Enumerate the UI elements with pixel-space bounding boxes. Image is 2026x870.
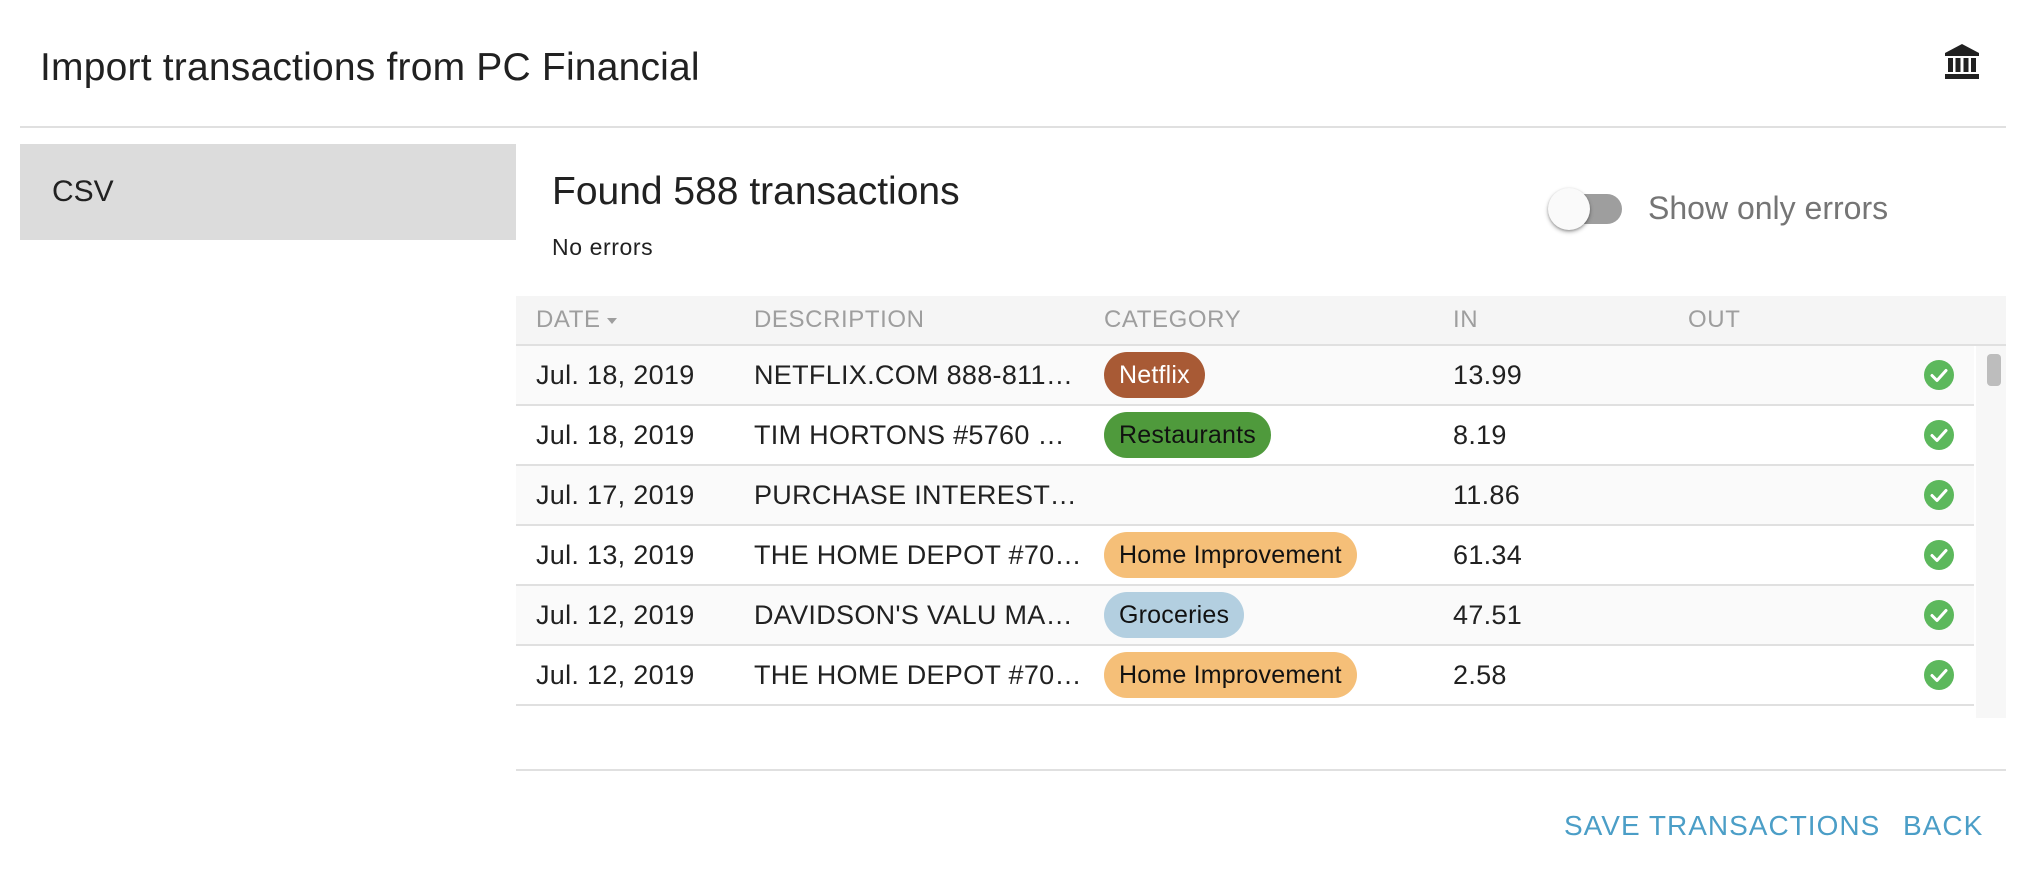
back-button[interactable]: BACK bbox=[1903, 810, 1983, 842]
status-ok-icon bbox=[1924, 360, 1954, 390]
table-body[interactable]: Jul. 18, 2019 NETFLIX.COM 888-8119… Netfli… bbox=[516, 346, 2006, 718]
scrollbar-thumb[interactable] bbox=[1987, 354, 2001, 386]
cell-description: THE HOME DEPOT #70… bbox=[754, 540, 1082, 570]
column-header-category[interactable]: CATEGORY bbox=[1104, 296, 1241, 344]
import-preview: Found 588 transactions No errors Show on… bbox=[516, 144, 2006, 870]
category-chip[interactable]: Netflix bbox=[1104, 351, 1205, 398]
cell-in: 8.19 bbox=[1453, 420, 1507, 450]
sort-descending-icon bbox=[606, 317, 617, 324]
cell-category[interactable]: Restaurants bbox=[1104, 406, 1444, 464]
toggle-track[interactable] bbox=[1548, 187, 1622, 230]
transactions-table: DATE DESCRIPTION CATEGORY IN OUT Jul. 18… bbox=[516, 296, 2006, 718]
table-row[interactable]: Jul. 17, 2019 PURCHASE INTEREST C… 11.86 bbox=[516, 466, 1974, 526]
table-row[interactable]: Jul. 13, 2019 THE HOME DEPOT #70… Home Imp… bbox=[516, 526, 1974, 586]
toggle-thumb[interactable] bbox=[1548, 187, 1590, 230]
import-dialog: Import transactions from PC Financial CS… bbox=[0, 0, 2026, 870]
sidebar-item-csv[interactable]: CSV bbox=[20, 144, 516, 240]
dialog-header: Import transactions from PC Financial bbox=[0, 0, 2026, 126]
bank-icon[interactable] bbox=[1942, 42, 1982, 82]
cell-description: THE HOME DEPOT #70… bbox=[754, 660, 1082, 690]
cell-date: Jul. 18, 2019 bbox=[536, 360, 695, 390]
cell-in: 2.58 bbox=[1453, 660, 1507, 690]
import-format-sidebar: CSV bbox=[20, 144, 516, 240]
vertical-scrollbar[interactable] bbox=[1976, 346, 2006, 718]
cell-out bbox=[1688, 346, 1908, 404]
cell-category[interactable]: Home Improvement bbox=[1104, 526, 1444, 584]
column-header-out[interactable]: OUT bbox=[1688, 296, 1740, 344]
cell-in: 47.51 bbox=[1453, 600, 1523, 630]
cell-category[interactable]: Netflix bbox=[1104, 346, 1444, 404]
cell-date: Jul. 18, 2019 bbox=[536, 420, 695, 450]
cell-in: 13.99 bbox=[1453, 360, 1523, 390]
cell-category[interactable]: Groceries bbox=[1104, 586, 1444, 644]
cell-out bbox=[1688, 406, 1908, 464]
column-header-in[interactable]: IN bbox=[1453, 296, 1478, 344]
cell-in: 61.34 bbox=[1453, 540, 1523, 570]
status-ok-icon bbox=[1924, 420, 1954, 450]
cell-out bbox=[1688, 586, 1908, 644]
header-divider bbox=[20, 126, 2006, 128]
cell-out bbox=[1688, 526, 1908, 584]
table-row[interactable]: Jul. 12, 2019 THE HOME DEPOT #70… Home Imp… bbox=[516, 646, 1974, 706]
cell-date: Jul. 17, 2019 bbox=[536, 480, 695, 510]
column-header-description[interactable]: DESCRIPTION bbox=[754, 296, 925, 344]
dialog-title: Import transactions from PC Financial bbox=[40, 46, 700, 89]
table-header: DATE DESCRIPTION CATEGORY IN OUT bbox=[516, 296, 2006, 346]
cell-description: TIM HORTONS #5760 C… bbox=[754, 420, 1084, 450]
sidebar-item-label: CSV bbox=[52, 175, 114, 208]
column-header-date[interactable]: DATE bbox=[536, 296, 617, 344]
cell-description: DAVIDSON'S VALU MAR… bbox=[754, 600, 1084, 630]
show-only-errors-toggle[interactable]: Show only errors bbox=[1548, 187, 1889, 230]
cell-date: Jul. 12, 2019 bbox=[536, 660, 695, 690]
cell-date: Jul. 13, 2019 bbox=[536, 540, 695, 570]
category-chip[interactable]: Home Improvement bbox=[1104, 531, 1357, 578]
status-ok-icon bbox=[1924, 540, 1954, 570]
errors-summary: No errors bbox=[552, 234, 654, 260]
table-row[interactable]: Jul. 18, 2019 NETFLIX.COM 888-8119… Netfli… bbox=[516, 346, 1974, 406]
cell-category[interactable]: Home Improvement bbox=[1104, 646, 1444, 704]
cell-in: 11.86 bbox=[1453, 480, 1521, 510]
footer-divider bbox=[516, 769, 2006, 771]
status-ok-icon bbox=[1924, 660, 1954, 690]
save-transactions-button[interactable]: SAVE TRANSACTIONS bbox=[1564, 810, 1880, 842]
toggle-label: Show only errors bbox=[1648, 190, 1889, 226]
cell-description: PURCHASE INTEREST C… bbox=[754, 480, 1084, 510]
cell-out bbox=[1688, 646, 1908, 704]
cell-category[interactable] bbox=[1104, 466, 1444, 524]
table-row[interactable]: Jul. 12, 2019 DAVIDSON'S VALU MAR… Groceri… bbox=[516, 586, 1974, 646]
cell-out bbox=[1688, 466, 1908, 524]
category-chip[interactable]: Groceries bbox=[1104, 591, 1245, 638]
status-ok-icon bbox=[1924, 600, 1954, 630]
status-ok-icon bbox=[1924, 480, 1954, 510]
transactions-count-title: Found 588 transactions bbox=[552, 170, 960, 213]
category-chip[interactable]: Restaurants bbox=[1104, 411, 1271, 458]
cell-description: NETFLIX.COM 888-8119… bbox=[754, 360, 1084, 390]
cell-date: Jul. 12, 2019 bbox=[536, 600, 695, 630]
column-header-label: DATE bbox=[536, 306, 601, 333]
category-chip[interactable]: Home Improvement bbox=[1104, 651, 1357, 698]
table-rows: Jul. 18, 2019 NETFLIX.COM 888-8119… Netfli… bbox=[516, 346, 2006, 706]
table-row[interactable]: Jul. 18, 2019 TIM HORTONS #5760 C… Restaur… bbox=[516, 406, 1974, 466]
